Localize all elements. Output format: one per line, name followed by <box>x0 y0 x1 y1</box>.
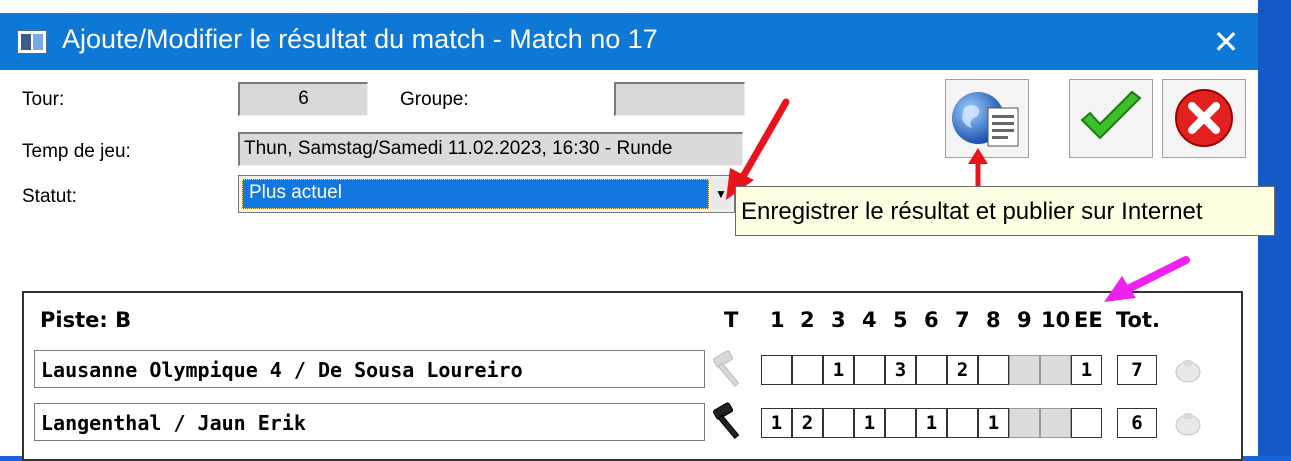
end-score-cell[interactable]: 1 <box>1071 355 1102 385</box>
header-end-1: 1 <box>770 308 785 332</box>
annotation-arrow-magenta <box>1104 256 1190 302</box>
end-score-cell[interactable] <box>1040 355 1071 385</box>
end-score-cell[interactable] <box>1040 408 1071 438</box>
end-score-cell[interactable] <box>1009 408 1040 438</box>
end-score-cell[interactable]: 1 <box>978 408 1009 438</box>
score-row: 13217 <box>0 355 1291 385</box>
header-end-2: 2 <box>800 308 815 332</box>
end-score-cell[interactable]: 3 <box>885 355 916 385</box>
header-end-8: 8 <box>986 308 1001 332</box>
end-score-cell[interactable] <box>885 408 916 438</box>
statut-label: Statut: <box>22 186 77 207</box>
header-end-5: 5 <box>893 308 908 332</box>
curling-stone-icon <box>1175 360 1201 383</box>
end-score-cell[interactable] <box>1009 355 1040 385</box>
temps-label: Temp de jeu: <box>22 141 131 162</box>
total-score-cell: 7 <box>1117 355 1157 385</box>
end-score-cell[interactable] <box>761 355 792 385</box>
cancel-button[interactable] <box>1162 79 1246 158</box>
window-title: Ajoute/Modifier le résultat du match - M… <box>62 24 658 54</box>
temps-field[interactable]: Thun, Samstag/Samedi 11.02.2023, 16:30 -… <box>238 132 743 166</box>
red-x-icon <box>1175 89 1233 147</box>
end-score-cell[interactable]: 2 <box>947 355 978 385</box>
green-checkmark-icon <box>1080 90 1142 140</box>
header-end-6: 6 <box>924 308 939 332</box>
curling-stone-icon <box>1175 413 1201 436</box>
end-score-cell[interactable] <box>1071 408 1102 438</box>
end-score-cell[interactable]: 2 <box>792 408 823 438</box>
tour-label: Tour: <box>22 89 65 110</box>
end-score-cell[interactable]: 1 <box>823 355 854 385</box>
end-score-cell[interactable] <box>916 355 947 385</box>
close-button[interactable]: ✕ <box>1206 22 1246 62</box>
header-end-9: 9 <box>1017 308 1032 332</box>
header-end-3: 3 <box>831 308 846 332</box>
tour-field[interactable]: 6 <box>238 82 368 116</box>
end-score-cell[interactable] <box>978 355 1009 385</box>
groupe-label: Groupe: <box>400 89 469 110</box>
header-extra-end: EE <box>1074 308 1103 332</box>
end-score-cell[interactable]: 1 <box>916 408 947 438</box>
header-t: T <box>724 308 739 332</box>
header-end-7: 7 <box>955 308 970 332</box>
piste-label: Piste: B <box>40 308 132 332</box>
tooltip: Enregistrer le résultat et publier sur I… <box>735 186 1275 236</box>
score-row: 121116 <box>0 408 1291 438</box>
statut-dropdown[interactable]: Plus actuel ▼ <box>238 175 735 213</box>
header-end-10: 10 <box>1041 308 1071 332</box>
statut-selected-value: Plus actuel <box>242 179 709 209</box>
header-end-4: 4 <box>862 308 877 332</box>
end-score-cell[interactable] <box>947 408 978 438</box>
end-score-cell[interactable] <box>854 355 885 385</box>
header-total: Tot. <box>1116 308 1160 332</box>
end-score-cell[interactable] <box>823 408 854 438</box>
app-window-icon <box>17 30 47 54</box>
total-score-cell: 6 <box>1117 408 1157 438</box>
end-score-cell[interactable]: 1 <box>761 408 792 438</box>
dialog-window: Ajoute/Modifier le résultat du match - M… <box>0 0 1275 461</box>
end-score-cell[interactable]: 1 <box>854 408 885 438</box>
end-score-cell[interactable] <box>792 355 823 385</box>
confirm-button[interactable] <box>1069 79 1153 158</box>
